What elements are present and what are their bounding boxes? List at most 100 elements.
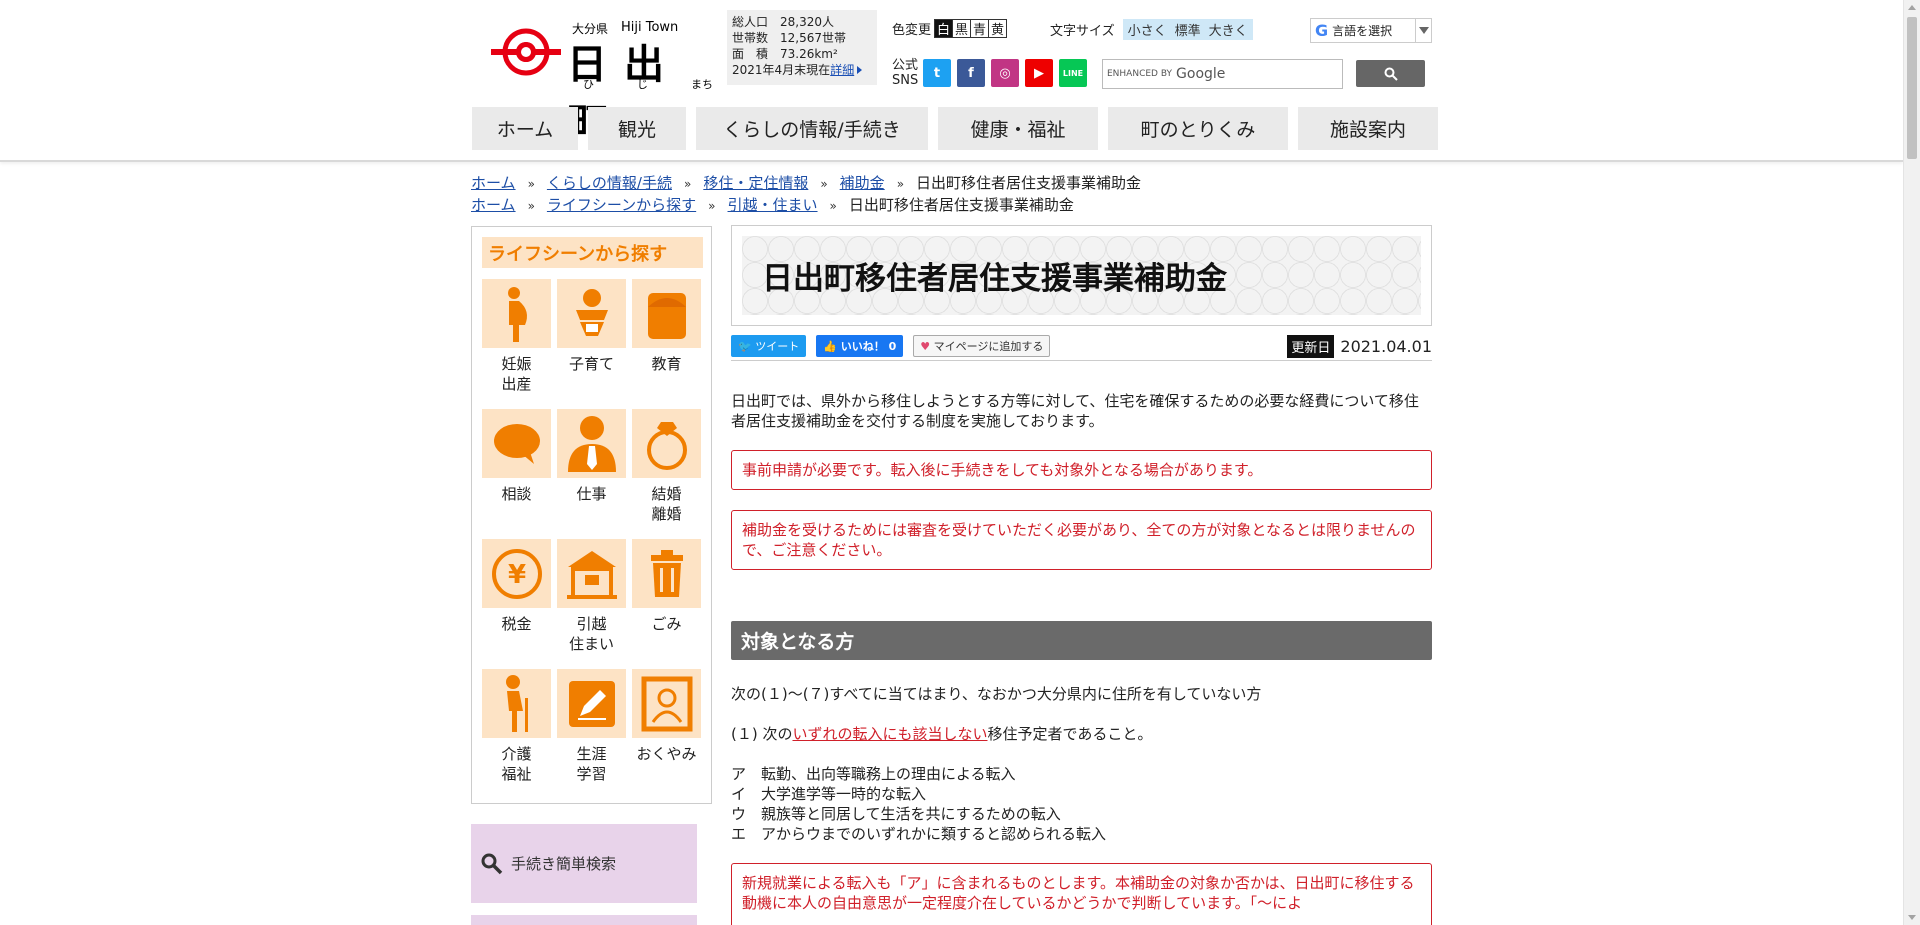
life-scene-item[interactable]: ごみ — [632, 539, 701, 669]
town-stats-box: 総人口 28,320人 世帯数 12,567世帯 面 積 73.26km² 2021年… — [727, 10, 877, 85]
color-white-button[interactable]: 白 — [934, 19, 954, 38]
color-black-button[interactable]: 黒 — [952, 19, 972, 38]
logo-kana-1: ひ — [583, 78, 594, 91]
search-button[interactable] — [1356, 60, 1425, 87]
life-scene-item[interactable]: 引越 住まい — [557, 539, 626, 669]
life-scene-label: 介護 福祉 — [501, 745, 532, 783]
life-scene-item[interactable]: 妊娠 出産 — [482, 279, 551, 409]
google-icon: G — [1315, 21, 1329, 40]
youtube-icon[interactable]: ▶ — [1025, 59, 1053, 87]
stat-population: 総人口 28,320人 — [732, 14, 872, 30]
font-size-control: 文字サイズ 小さく 標準 大きく — [1050, 19, 1253, 40]
font-normal-button[interactable]: 標準 — [1175, 20, 1201, 39]
life-scene-item[interactable]: 子育て — [557, 279, 626, 409]
nav-town-initiatives[interactable]: 町のとりくみ — [1108, 107, 1288, 150]
logo-kana-2: じ — [637, 78, 648, 91]
list-item-text: アからウまでのいずれかに類すると認められる転入 — [761, 825, 1107, 843]
life-scene-item[interactable]: おくやみ — [632, 669, 701, 799]
school-bag-icon — [632, 279, 701, 348]
stat-label: 面 積 — [732, 47, 769, 61]
stat-detail-link[interactable]: 詳細 — [830, 63, 854, 77]
ring-icon — [632, 409, 701, 478]
font-size-label: 文字サイズ — [1050, 24, 1115, 39]
life-scene-label: ごみ — [651, 615, 682, 633]
stat-value: 28,320人 — [780, 15, 834, 29]
sns-label-line2: SNS — [892, 73, 919, 88]
quick-search-label: 手続き簡単検索 — [511, 855, 617, 873]
nav-facilities[interactable]: 施設案内 — [1298, 107, 1438, 150]
search-google-text: Google — [1176, 66, 1226, 82]
life-scene-label: おくやみ — [636, 745, 697, 763]
life-scene-item[interactable]: 教育 — [632, 279, 701, 409]
sidebar-next-button[interactable] — [471, 915, 697, 925]
nav-home[interactable]: ホーム — [472, 107, 578, 150]
alert-new-employment: 新規就業による転入も「ア」に含まれるものとします。本補助金の対象か否かは、日出町… — [731, 863, 1432, 925]
list-item-key: エ — [731, 825, 747, 843]
chevron-down-icon — [1415, 19, 1431, 42]
site-header: 大分県 Hiji Town 日出町 ひ じ まち 総人口 28,320人 世帯数 1… — [0, 0, 1903, 162]
breadcrumb-link[interactable]: 補助金 — [840, 174, 885, 192]
life-scene-label: 子育て — [568, 355, 614, 373]
nav-health[interactable]: 健康・福祉 — [938, 107, 1098, 150]
font-large-button[interactable]: 大きく — [1209, 20, 1248, 39]
sns-links: t f ◎ ▶ LINE — [923, 59, 1087, 87]
alert-pre-application: 事前申請が必要です。転入後に手続きをしても対象外となる場合があります。 — [731, 450, 1432, 490]
breadcrumb-link[interactable]: ライフシーンから探す — [547, 196, 696, 214]
vertical-scrollbar[interactable] — [1903, 0, 1920, 925]
instagram-icon[interactable]: ◎ — [991, 59, 1019, 87]
updated-value: 2021.04.01 — [1340, 336, 1432, 356]
scroll-down-icon[interactable] — [1908, 915, 1916, 920]
font-small-button[interactable]: 小さく — [1128, 20, 1167, 39]
scrollbar-thumb[interactable] — [1907, 17, 1917, 159]
breadcrumb-separator: » — [820, 177, 828, 191]
breadcrumb-link[interactable]: 移住・定住情報 — [703, 174, 808, 192]
color-change-label: 色変更 — [892, 23, 932, 38]
stat-area: 面 積 73.26km² — [732, 46, 872, 62]
language-select[interactable]: G 言語を選択 — [1310, 18, 1432, 43]
life-scene-item[interactable]: 介護 福祉 — [482, 669, 551, 799]
facebook-icon[interactable]: f — [957, 59, 985, 87]
life-scene-item[interactable]: 仕事 — [557, 409, 626, 539]
life-scene-item[interactable]: 結婚 離婚 — [632, 409, 701, 539]
list-item-key: ウ — [731, 805, 747, 823]
breadcrumb-separator: » — [527, 199, 535, 213]
like-button[interactable]: 👍 いいね！ 0 — [816, 335, 904, 357]
list-item-text: 親族等と同居して生活を共にするための転入 — [761, 805, 1061, 823]
life-scene-item[interactable]: 相談 — [482, 409, 551, 539]
tweet-label: ツイート — [755, 340, 800, 353]
life-scene-label: 引越 住まい — [568, 615, 614, 653]
yen-icon: ¥ — [482, 539, 551, 608]
breadcrumb-link[interactable]: ホーム — [471, 174, 516, 192]
intro-text: 日出町では、県外から移住しようとする方等に対して、住宅を確保するための必要な経費… — [731, 392, 1419, 430]
breadcrumb-separator: » — [829, 199, 837, 213]
scroll-up-icon[interactable] — [1908, 5, 1916, 10]
pregnancy-icon — [482, 279, 551, 348]
life-scene-item[interactable]: ¥ 税金 — [482, 539, 551, 669]
breadcrumb-link[interactable]: くらしの情報/手続 — [547, 174, 672, 192]
breadcrumb-link[interactable]: 引越・住まい — [728, 196, 818, 214]
list-item-text: 転勤、出向等職務上の理由による転入 — [761, 765, 1016, 783]
list-item-key: イ — [731, 785, 747, 803]
life-scene-label: 生涯 学習 — [576, 745, 607, 783]
logo-kana-3: まち — [691, 78, 713, 91]
nav-living[interactable]: くらしの情報/手続き — [696, 107, 928, 150]
logo-kana: ひ じ まち — [583, 76, 713, 92]
site-logo[interactable]: 大分県 Hiji Town 日出町 ひ じ まち — [491, 18, 716, 146]
color-yellow-button[interactable]: 黄 — [988, 19, 1008, 38]
life-scene-item[interactable]: 生涯 学習 — [557, 669, 626, 799]
nav-tourism[interactable]: 観光 — [588, 107, 686, 150]
tweet-button[interactable]: 🐦 ツイート — [731, 335, 807, 357]
color-blue-button[interactable]: 青 — [970, 19, 990, 38]
breadcrumb-link[interactable]: ホーム — [471, 196, 516, 214]
twitter-icon[interactable]: t — [923, 59, 951, 87]
add-mypage-button[interactable]: ♥ マイページに追加する — [913, 335, 1051, 357]
list-item: エアからウまでのいずれかに類すると認められる転入 — [731, 824, 1432, 844]
page-title: 日出町移住者居住支援事業補助金 — [762, 261, 1227, 297]
condition-1: (１) 次のいずれの転入にも該当しない移住予定者であること。 — [731, 724, 1432, 744]
elderly-icon — [482, 669, 551, 738]
quick-search-button[interactable]: 手続き簡単検索 — [471, 824, 697, 903]
main-content: 日出町移住者居住支援事業補助金 🐦 ツイート 👍 いいね！ 0 ♥ マイページに… — [731, 225, 1432, 925]
list-item-text: 大学進学等一時的な転入 — [761, 785, 927, 803]
line-icon[interactable]: LINE — [1059, 59, 1087, 87]
search-input[interactable]: ENHANCED BY Google — [1102, 59, 1343, 89]
